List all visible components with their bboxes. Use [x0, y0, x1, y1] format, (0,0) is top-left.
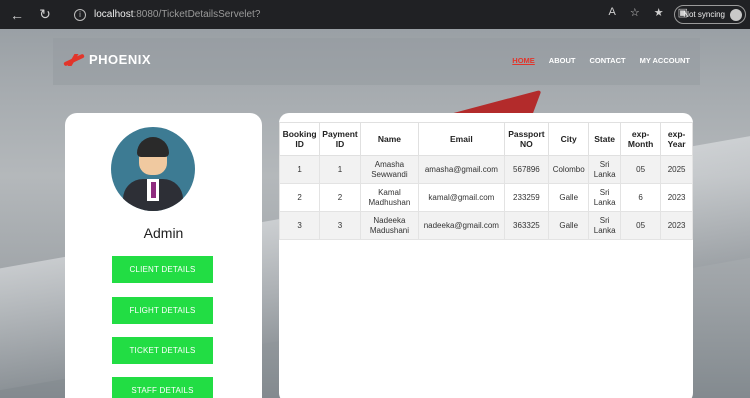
- nav-my-account[interactable]: MY ACCOUNT: [640, 56, 690, 65]
- browser-toolbar: ← ↻ i localhost:8080/TicketDetailsServel…: [0, 0, 750, 29]
- header-city: City: [548, 122, 590, 156]
- cell-state: Sri Lanka: [588, 211, 622, 240]
- back-arrow-icon[interactable]: ←: [6, 4, 28, 26]
- cell-state: Sri Lanka: [588, 183, 622, 212]
- sync-label: Not syncing: [683, 10, 725, 19]
- plane-logo-icon: [63, 53, 85, 67]
- cell-passport-no: 233259: [503, 183, 550, 212]
- brand-name: PHOENIX: [89, 52, 152, 67]
- cell-email: amasha@gmail.com: [418, 155, 505, 184]
- table-row: 2 2 Kamal Madhushan kamal@gmail.com 2332…: [278, 183, 693, 212]
- cell-booking-id: 2: [278, 183, 321, 212]
- info-icon[interactable]: i: [74, 8, 86, 21]
- cell-exp-year: 2023: [660, 183, 693, 212]
- cell-payment-id: 3: [319, 211, 361, 240]
- cell-email: nadeeka@gmail.com: [418, 211, 505, 240]
- page: PHOENIX HOME ABOUT CONTACT MY ACCOUNT Ad…: [0, 29, 750, 398]
- cell-exp-year: 2025: [660, 155, 693, 184]
- cell-city: Colombo: [548, 155, 590, 184]
- address-bar[interactable]: i localhost:8080/TicketDetailsServelet?: [64, 4, 674, 26]
- cell-exp-year: 2023: [660, 211, 693, 240]
- nav-about[interactable]: ABOUT: [549, 56, 576, 65]
- table-row: 3 3 Nadeeka Madushani nadeeka@gmail.com …: [278, 211, 693, 240]
- favorite-icon[interactable]: ☆: [630, 6, 640, 19]
- cell-payment-id: 1: [319, 155, 361, 184]
- cell-exp-month: 05: [620, 211, 662, 240]
- url-host: localhost: [94, 9, 134, 20]
- cell-exp-month: 05: [620, 155, 662, 184]
- profile-avatar-icon: [730, 9, 742, 21]
- sync-button[interactable]: Not syncing: [674, 5, 746, 24]
- ticket-details-table: Booking ID Payment ID Name Email Passport N…: [278, 122, 693, 240]
- cell-name: Amasha Sewwandi: [359, 155, 420, 184]
- cell-passport-no: 363325: [503, 211, 550, 240]
- header-passport-no: Passport NO: [503, 122, 550, 156]
- header-exp-year: exp- Year: [660, 122, 693, 156]
- table-row: 1 1 Amasha Sewwandi amasha@gmail.com 567…: [278, 155, 693, 184]
- admin-name: Admin: [143, 225, 184, 241]
- cell-city: Galle: [548, 211, 590, 240]
- reload-icon[interactable]: ↻: [34, 4, 56, 26]
- ticket-table-card: Booking ID Payment ID Name Email Passport N…: [278, 113, 693, 398]
- admin-avatar: [111, 127, 195, 211]
- avatar-hair: [137, 137, 169, 157]
- cell-name: Nadeeka Madushani: [359, 211, 420, 240]
- header-state: State: [588, 122, 622, 156]
- cell-payment-id: 2: [319, 183, 361, 212]
- cell-booking-id: 3: [278, 211, 321, 240]
- cell-exp-month: 6: [620, 183, 662, 212]
- cell-passport-no: 567896: [503, 155, 550, 184]
- header-payment-id: Payment ID: [319, 122, 361, 156]
- cell-email: kamal@gmail.com: [418, 183, 505, 212]
- avatar-tie: [151, 182, 156, 198]
- cell-city: Galle: [548, 183, 590, 212]
- cell-state: Sri Lanka: [588, 155, 622, 184]
- read-aloud-icon[interactable]: A: [609, 6, 616, 19]
- flight-details-button[interactable]: FLIGHT DETAILS: [112, 297, 213, 324]
- favorites-icon[interactable]: ★: [654, 6, 664, 19]
- table-header-row: Booking ID Payment ID Name Email Passport N…: [278, 122, 693, 156]
- nav-home[interactable]: HOME: [512, 56, 535, 65]
- ticket-details-button[interactable]: TICKET DETAILS: [112, 337, 213, 364]
- header-booking-id: Booking ID: [278, 122, 321, 156]
- header-email: Email: [418, 122, 505, 156]
- url-path: :8080/TicketDetailsServelet?: [133, 9, 261, 20]
- main-nav: HOME ABOUT CONTACT MY ACCOUNT: [512, 56, 690, 65]
- admin-sidebar: Admin CLIENT DETAILS FLIGHT DETAILS TICK…: [65, 113, 262, 398]
- header-exp-month: exp- Month: [620, 122, 662, 156]
- header-name: Name: [359, 122, 420, 156]
- cell-name: Kamal Madhushan: [359, 183, 420, 212]
- site-header: PHOENIX HOME ABOUT CONTACT MY ACCOUNT: [53, 38, 700, 85]
- nav-contact[interactable]: CONTACT: [589, 56, 625, 65]
- client-details-button[interactable]: CLIENT DETAILS: [112, 256, 213, 283]
- cell-booking-id: 1: [278, 155, 321, 184]
- staff-details-button[interactable]: STAFF DETAILS: [112, 377, 213, 398]
- site-logo[interactable]: PHOENIX: [63, 52, 151, 67]
